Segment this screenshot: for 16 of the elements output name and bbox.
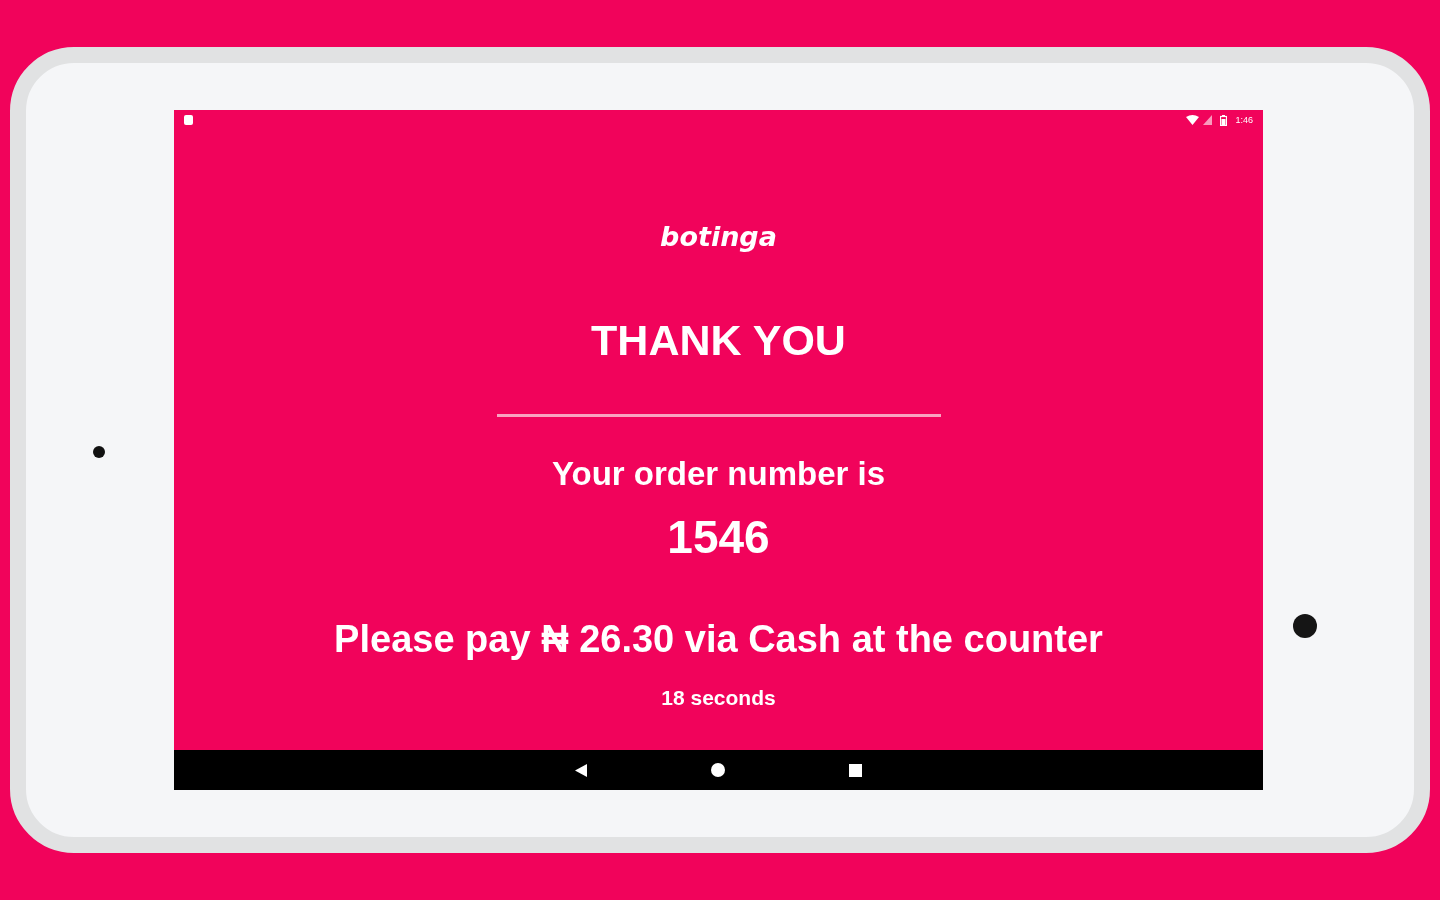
battery-icon bbox=[1220, 114, 1228, 126]
order-number: 1546 bbox=[667, 509, 770, 565]
home-icon[interactable] bbox=[711, 763, 725, 777]
recents-icon[interactable] bbox=[849, 763, 862, 777]
camera-dot-icon bbox=[93, 446, 105, 458]
order-number-label: Your order number is bbox=[551, 454, 886, 494]
payment-message: Please pay ₦ 26.30 via Cash at the counter bbox=[334, 616, 1103, 662]
back-icon[interactable] bbox=[575, 763, 587, 777]
thank-you-heading: THANK YOU bbox=[591, 315, 846, 367]
sensor-dot-icon bbox=[1293, 614, 1317, 638]
notification-icon bbox=[184, 115, 193, 125]
clock-time: 1:46 bbox=[1235, 115, 1253, 125]
signal-icon bbox=[1203, 115, 1213, 125]
countdown-text: 18 seconds bbox=[661, 685, 776, 711]
wifi-icon bbox=[1186, 115, 1200, 125]
logo-text: botinga bbox=[660, 221, 777, 254]
